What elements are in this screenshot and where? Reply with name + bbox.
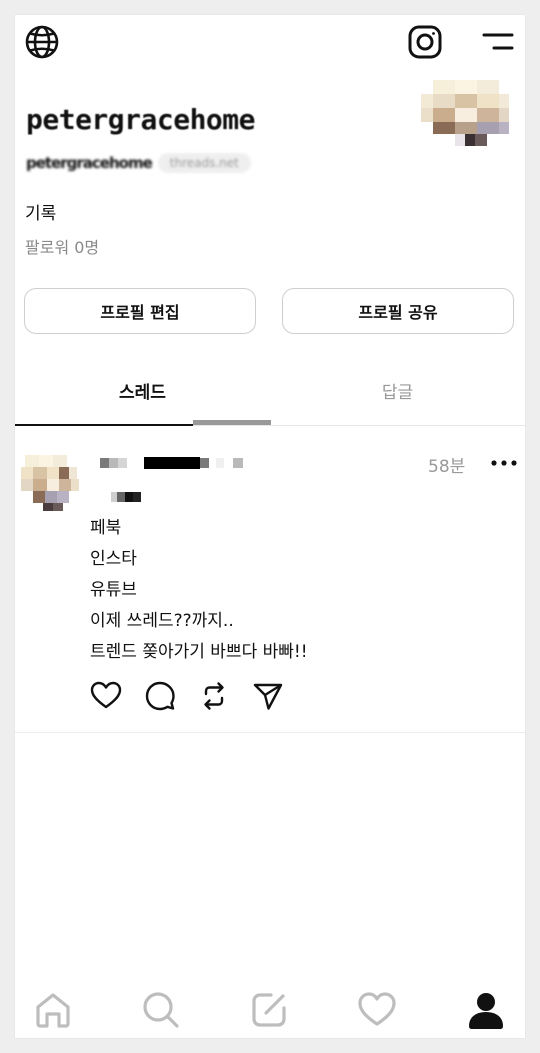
post-line: 유튜브 [90, 580, 137, 600]
share-profile-button[interactable]: 프로필 공유 [282, 288, 514, 334]
post-timestamp: 58분 [428, 457, 466, 477]
post-author-sub [111, 487, 151, 502]
heart-icon[interactable] [90, 680, 144, 712]
app-frame: petergracehome petergracehome threads.ne… [15, 15, 525, 1038]
profile-icon[interactable] [466, 990, 506, 1030]
edit-profile-button[interactable]: 프로필 편집 [24, 288, 256, 334]
compose-icon[interactable] [249, 990, 289, 1030]
post-line: 인스타 [90, 549, 137, 569]
post-line: 페북 [90, 518, 122, 538]
activity-icon[interactable] [357, 990, 397, 1030]
follower-count[interactable]: 팔로워 0명 [25, 234, 99, 258]
repost-icon[interactable] [198, 680, 252, 712]
search-icon[interactable] [141, 990, 181, 1030]
handle-row: petergracehome threads.net [26, 150, 251, 176]
post-divider [15, 732, 525, 733]
tab-scroll-indicator [193, 420, 271, 425]
tab-replies[interactable]: 답글 [270, 378, 525, 403]
post-line: 트렌드 쫒아가기 바쁘다 바빠!! [90, 642, 308, 662]
menu-icon[interactable] [482, 31, 514, 53]
more-options-icon[interactable] [491, 455, 517, 471]
profile-handle: petergracehome [26, 154, 153, 172]
post-avatar[interactable] [21, 453, 79, 511]
instagram-icon[interactable] [407, 24, 443, 60]
domain-badge[interactable]: threads.net [157, 153, 251, 173]
send-icon[interactable] [252, 680, 306, 712]
tab-threads[interactable]: 스레드 [15, 378, 270, 403]
profile-avatar[interactable] [421, 78, 509, 166]
profile-username: petergracehome [26, 103, 256, 136]
post-author-name[interactable] [100, 454, 250, 469]
profile-bio: 기록 [25, 204, 57, 224]
post-actions [90, 680, 306, 712]
post-body: 페북 인스타 유튜브 이제 쓰레드??까지.. 트렌드 쫒아가기 바쁘다 바빠!… [90, 513, 308, 668]
post-line: 이제 쓰레드??까지.. [90, 611, 234, 631]
globe-icon[interactable] [24, 24, 60, 60]
active-tab-indicator [15, 424, 193, 426]
home-icon[interactable] [33, 990, 73, 1030]
comment-icon[interactable] [144, 680, 198, 712]
